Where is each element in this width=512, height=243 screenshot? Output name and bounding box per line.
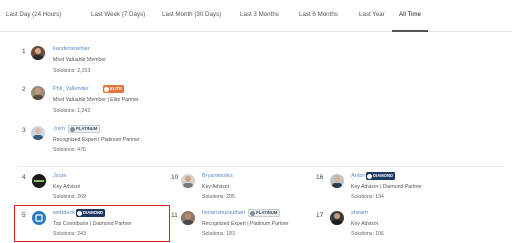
member-role: Key Advisor | Diamond Partner — [351, 184, 422, 190]
elite-badge: ELITE — [103, 85, 124, 93]
member-solutions: Solutions: 1,242 — [53, 108, 91, 114]
member-solutions: Solutions: 269 — [53, 194, 86, 200]
time-range-tabs: Last Day (24 Hours) Last Week (7 Days) L… — [0, 0, 512, 32]
star-icon — [104, 86, 109, 92]
member-solutions: Solutions: 475 — [53, 147, 86, 153]
member-name-link[interactable]: himanshurauthan — [202, 210, 245, 216]
avatar[interactable] — [32, 174, 46, 188]
platinum-medal-icon — [70, 126, 75, 132]
rank-number: 1 — [22, 48, 26, 55]
member-role: Most Valuable Member | Elite Partner — [53, 97, 139, 103]
member-role: Key Advisor — [53, 184, 81, 190]
avatar[interactable] — [31, 46, 45, 60]
member-role: Most Valuable Member — [53, 57, 106, 63]
member-solutions: Solutions: 2,153 — [53, 68, 91, 74]
avatar[interactable] — [32, 211, 46, 225]
platinum-badge: PLATINUM — [248, 209, 281, 217]
platinum-medal-icon — [250, 210, 255, 216]
tab-last-month[interactable]: Last Month (30 Days) — [162, 11, 221, 18]
rank-number: 17 — [316, 212, 324, 219]
avatar[interactable] — [181, 174, 195, 188]
member-name-link[interactable]: webdeck — [53, 210, 75, 216]
rank-number: 16 — [316, 174, 324, 181]
member-name-link[interactable]: Bryantworks — [202, 173, 233, 179]
member-role: Recognized Expert | Platinum Partner — [202, 221, 289, 227]
rank-number: 4 — [22, 174, 26, 181]
tab-last-year[interactable]: Last Year — [359, 11, 385, 18]
diamond-icon — [367, 173, 372, 179]
member-solutions: Solutions: 183 — [202, 231, 235, 237]
member-name-link[interactable]: Phil_Vallender — [53, 86, 89, 92]
rank-number: 11 — [171, 212, 178, 219]
member-role: Recognized Expert | Platinum Partner — [53, 137, 140, 143]
diamond-badge: DIAMOND — [366, 172, 396, 180]
tab-last-day[interactable]: Last Day (24 Hours) — [6, 11, 61, 18]
member-solutions: Solutions: 205 — [202, 194, 235, 200]
diamond-badge: DIAMOND — [76, 209, 106, 217]
member-name-link[interactable]: Anton — [351, 173, 366, 179]
tab-last-6-months[interactable]: Last 6 Months — [299, 11, 338, 18]
tab-last-3-months[interactable]: Last 3 Months — [240, 11, 279, 18]
member-solutions: Solutions: 134 — [351, 194, 384, 200]
avatar[interactable] — [330, 174, 344, 188]
member-name-link[interactable]: Jsum — [53, 173, 66, 179]
rank-number: 2 — [22, 86, 26, 93]
member-role: Key Advisor — [351, 221, 379, 227]
rank-number: 10 — [171, 174, 179, 181]
member-role: Top Contributor | Diamond Partner — [53, 221, 132, 227]
member-name-link[interactable]: karstenkoehler — [53, 46, 90, 52]
avatar[interactable] — [330, 211, 344, 225]
member-role: Key Advisor — [202, 184, 230, 190]
member-name-link[interactable]: sheam — [351, 210, 368, 216]
section-divider — [18, 166, 504, 167]
member-solutions: Solutions: 243 — [53, 231, 86, 237]
tab-last-week[interactable]: Last Week (7 Days) — [91, 11, 145, 18]
avatar[interactable] — [31, 86, 45, 100]
active-tab-indicator — [392, 30, 428, 32]
rank-number: 5 — [22, 212, 26, 219]
avatar[interactable] — [181, 211, 195, 225]
tab-all-time[interactable]: All Time — [399, 11, 421, 18]
rank-number: 3 — [22, 127, 26, 134]
avatar[interactable] — [31, 126, 45, 140]
member-solutions: Solutions: 106 — [351, 231, 384, 237]
diamond-icon — [77, 210, 82, 216]
member-name-link[interactable]: Josh — [53, 126, 65, 132]
platinum-badge: PLATINUM — [68, 125, 101, 133]
